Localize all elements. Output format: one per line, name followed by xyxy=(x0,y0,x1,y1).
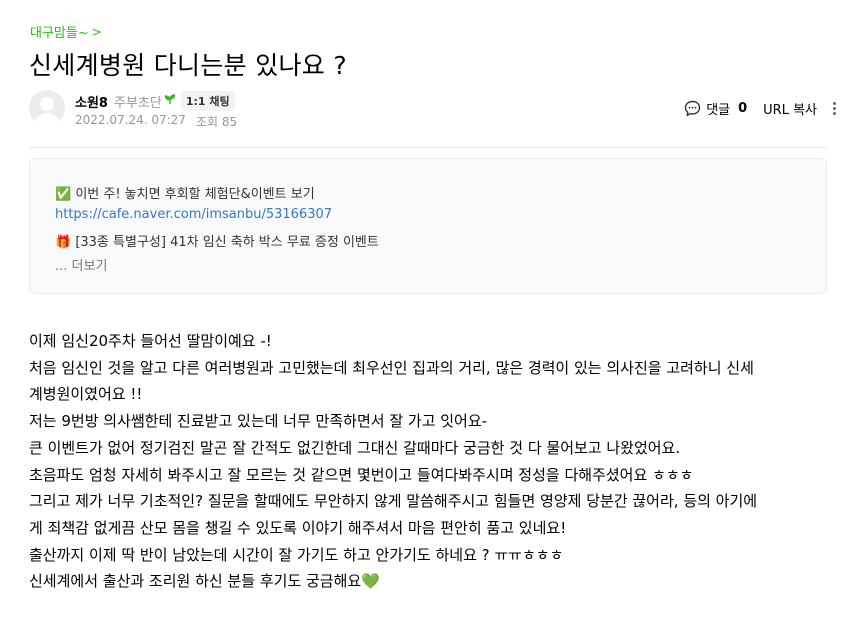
content-line: 게 죄책감 없게끔 산모 몸을 챙길 수 있도록 이야기 해주셔서 마음 편안히… xyxy=(29,518,567,537)
article-views: 조회 85 xyxy=(195,115,238,129)
content-line: 출산까지 이제 딱 반이 남았는데 시간이 잘 가기도 하고 안가기도 하네요 … xyxy=(29,545,564,564)
chevron-right-icon: > xyxy=(91,24,102,39)
content-line: 저는 9번방 의사쌤한테 진료받고 있는데 너무 만족하면서 잘 가고 잇어요- xyxy=(29,412,488,431)
content-line: 그리고 제가 너무 기초적인? 질문을 할때에도 무안하지 않게 말씀해주시고 … xyxy=(29,492,758,511)
article-tools: 댓글 0 URL 복사 xyxy=(684,99,837,118)
avatar[interactable] xyxy=(29,90,65,126)
notice-link[interactable]: https://cafe.naver.com/imsanbu/53166307 xyxy=(55,207,332,222)
article-title: 신세계병원 다니는분 있나요 ? xyxy=(29,51,347,80)
article-content: 이제 임신20주차 들어선 딸맘이예요 -! 처음 임신인 것을 알고 다른 여… xyxy=(29,328,829,595)
author-line: 소원8 주부초단 1:1 채팅 xyxy=(75,91,235,111)
board-name: 대구맘들~ xyxy=(30,26,89,41)
article-date: 2022.07.24. 07:27 xyxy=(75,113,186,127)
content-line: 큰 이벤트가 없어 정기검진 말곤 잘 간적도 없긴한데 그대신 갈때마다 궁금… xyxy=(29,438,681,457)
avatar-head-shape xyxy=(40,97,54,111)
content-line: 초음파도 엄청 자세히 봐주시고 잘 모르는 것 같으면 몇번이고 들여다봐주시… xyxy=(29,465,694,484)
author-nickname[interactable]: 소원8 xyxy=(75,92,108,111)
chat-button[interactable]: 1:1 채팅 xyxy=(180,91,235,111)
author-row: 소원8 주부초단 1:1 채팅 2022.07.24. 07:27 조회 85 … xyxy=(29,90,837,130)
content-line: 계병원이였어요 !! xyxy=(29,385,143,404)
notice-more-link[interactable]: ... 더보기 xyxy=(55,255,107,274)
leaf-icon xyxy=(164,94,176,108)
comment-button[interactable]: 댓글 0 xyxy=(684,99,747,118)
url-copy-button[interactable]: URL 복사 xyxy=(763,99,817,118)
comment-icon xyxy=(684,100,701,117)
content-line-last: 신세계에서 출산과 조리원 하신 분들 후기도 궁금해요💚 xyxy=(29,568,829,595)
board-link[interactable]: 대구맘들~ > xyxy=(30,22,102,42)
comment-label: 댓글 xyxy=(706,103,731,118)
content-line-text: 신세계에서 출산과 조리원 하신 분들 후기도 궁금해요 xyxy=(29,572,362,591)
author-level: 주부초단 xyxy=(113,95,162,111)
comment-count: 0 xyxy=(738,101,748,116)
article-page: 대구맘들~ > 신세계병원 다니는분 있나요 ? 소원8 주부초단 1:1 채팅… xyxy=(0,0,859,630)
divider xyxy=(29,147,828,148)
article-meta: 2022.07.24. 07:27 조회 85 xyxy=(75,113,237,130)
notice-gift-line[interactable]: 🎁 [33종 특별구성] 41차 임신 축하 박스 무료 증정 이벤트 xyxy=(55,231,379,250)
content-line: 이제 임신20주차 들어선 딸맘이예요 -! xyxy=(29,332,272,350)
content-line: 처음 임신인 것을 알고 다른 여러병원과 고민했는데 최우선인 집과의 거리,… xyxy=(29,358,754,377)
notice-box: ✅ 이번 주! 놓치면 후회할 체험단&이벤트 보기 https://cafe.… xyxy=(29,158,827,294)
more-options-icon[interactable] xyxy=(831,102,837,115)
heart-icon: 💚 xyxy=(361,572,380,591)
avatar-body-shape xyxy=(34,113,60,126)
notice-event-line[interactable]: ✅ 이번 주! 놓치면 후회할 체험단&이벤트 보기 xyxy=(55,183,315,202)
